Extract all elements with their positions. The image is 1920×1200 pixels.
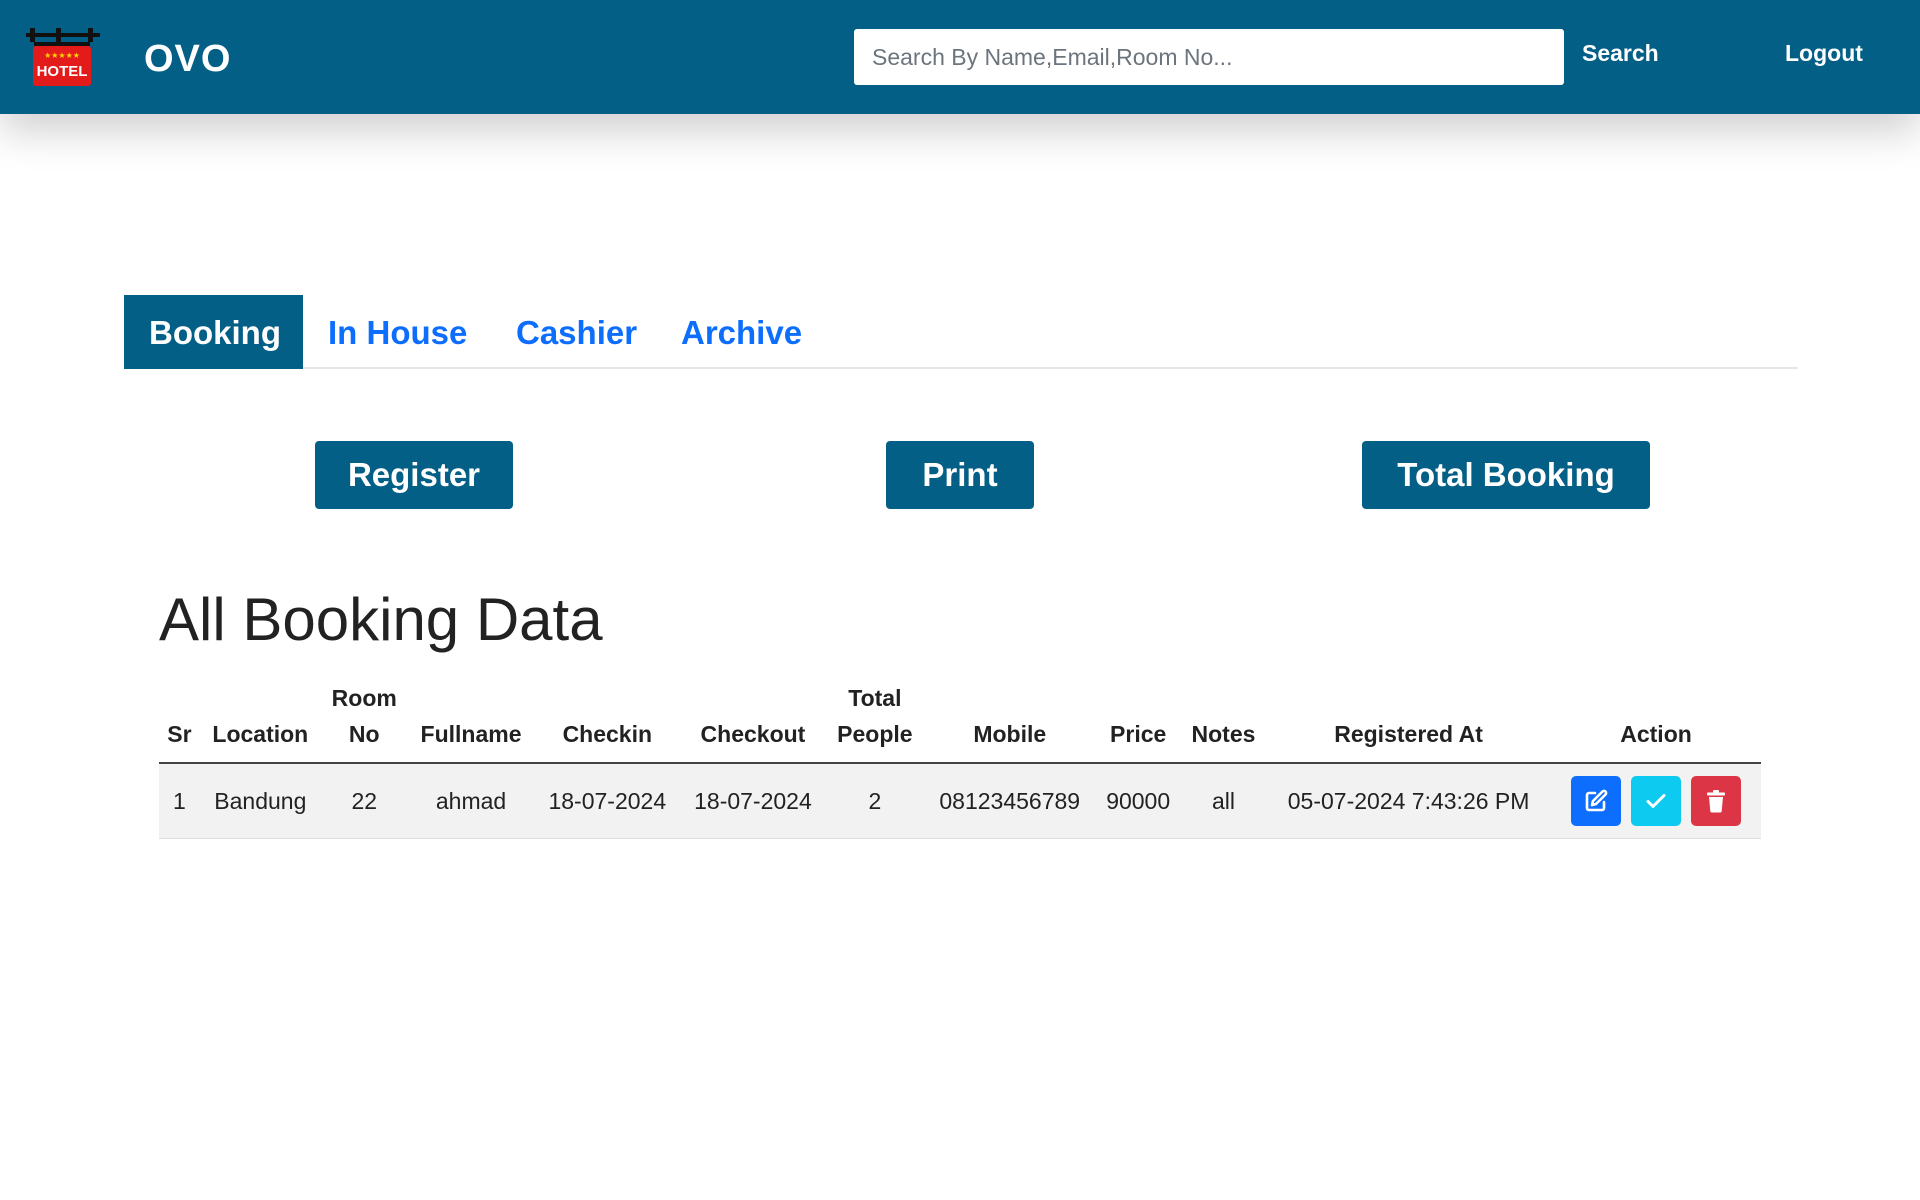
col-room-no: Room No xyxy=(320,672,408,764)
cell-checkout: 18-07-2024 xyxy=(680,763,826,839)
col-total-people-line2: People xyxy=(837,721,913,747)
cell-notes: all xyxy=(1180,763,1267,839)
logo-text: HOTEL xyxy=(37,63,88,80)
search-input[interactable] xyxy=(854,29,1564,85)
col-notes: Notes xyxy=(1180,672,1267,764)
booking-table: Sr Location Room No Fullname Checkin Chec… xyxy=(159,672,1761,839)
col-registered-at: Registered At xyxy=(1266,672,1552,764)
delete-button[interactable] xyxy=(1691,776,1742,826)
tab-in-house[interactable]: In House xyxy=(303,295,492,369)
cell-sr: 1 xyxy=(159,763,200,839)
col-fullname: Fullname xyxy=(407,672,535,764)
col-sr: Sr xyxy=(159,672,200,764)
svg-text:★★★★★: ★★★★★ xyxy=(44,51,80,60)
register-button[interactable]: Register xyxy=(315,441,513,509)
col-total-people: Total People xyxy=(825,672,924,764)
total-booking-button[interactable]: Total Booking xyxy=(1362,441,1650,509)
table-row: 1 Bandung 22 ahmad 18-07-2024 18-07-2024… xyxy=(159,763,1761,839)
cell-action xyxy=(1551,763,1761,839)
page-title: All Booking Data xyxy=(159,586,603,653)
col-action: Action xyxy=(1551,672,1761,764)
top-navbar: ★★★★★ HOTEL OVO Search Logout xyxy=(0,0,1920,114)
col-mobile: Mobile xyxy=(923,672,1096,764)
col-room-no-line1: Room xyxy=(331,685,397,711)
col-location: Location xyxy=(199,672,321,764)
tab-booking[interactable]: Booking xyxy=(124,295,303,369)
brand-name[interactable]: OVO xyxy=(144,38,231,81)
cell-location: Bandung xyxy=(199,763,321,839)
logout-button[interactable]: Logout xyxy=(1785,40,1863,67)
print-button[interactable]: Print xyxy=(886,441,1034,509)
edit-button[interactable] xyxy=(1570,776,1621,826)
col-room-no-line2: No xyxy=(348,721,380,747)
col-total-people-line1: Total xyxy=(848,685,902,711)
tab-cashier[interactable]: Cashier xyxy=(491,295,662,369)
cell-fullname: ahmad xyxy=(407,763,535,839)
search-button[interactable]: Search xyxy=(1582,40,1659,67)
cell-checkin: 18-07-2024 xyxy=(534,763,681,839)
tab-bar: Booking In House Cashier Archive xyxy=(124,295,1798,369)
cell-price: 90000 xyxy=(1095,763,1181,839)
trash-icon xyxy=(1707,790,1726,813)
tab-archive[interactable]: Archive xyxy=(656,295,827,369)
col-price: Price xyxy=(1095,672,1181,764)
cell-registered-at: 05-07-2024 7:43:26 PM xyxy=(1266,763,1552,839)
col-checkout: Checkout xyxy=(680,672,826,764)
edit-icon xyxy=(1585,789,1607,812)
table-header-row: Sr Location Room No Fullname Checkin Chec… xyxy=(159,672,1761,764)
col-checkin: Checkin xyxy=(534,672,681,764)
checkin-confirm-button[interactable] xyxy=(1631,776,1682,826)
cell-mobile: 08123456789 xyxy=(923,763,1096,839)
check-icon xyxy=(1646,794,1666,808)
hotel-sign-icon[interactable]: ★★★★★ HOTEL xyxy=(26,26,100,88)
cell-room-no: 22 xyxy=(320,763,408,839)
cell-total-people: 2 xyxy=(825,763,924,839)
